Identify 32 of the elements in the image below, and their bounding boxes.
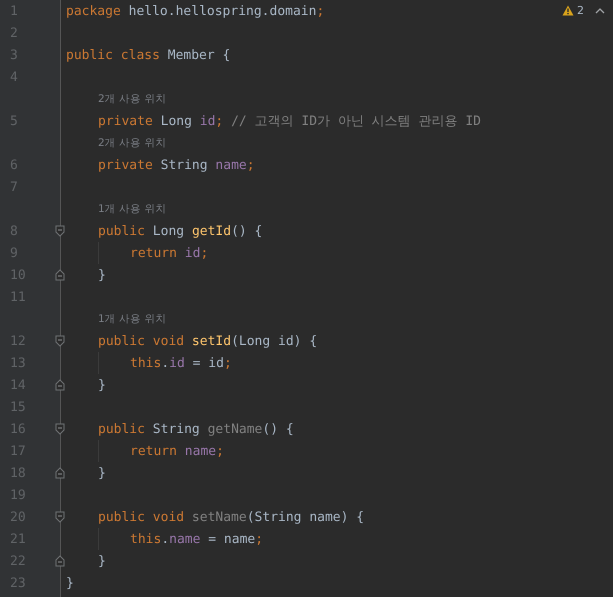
warning-icon[interactable] — [562, 5, 574, 16]
code-line: return id; — [130, 246, 208, 260]
code-line: this.name = name; — [130, 532, 264, 546]
code-line: public void setId(Long id) { — [98, 334, 318, 348]
usage-hint[interactable]: 1개 사용 위치 — [98, 312, 166, 326]
fold-marker-icon[interactable] — [55, 511, 65, 523]
fold-marker-icon[interactable] — [55, 269, 65, 281]
fold-marker-icon[interactable] — [55, 423, 65, 435]
warning-count[interactable]: 2 — [577, 4, 584, 17]
fold-marker-icon[interactable] — [55, 467, 65, 479]
code-line: public String getName() { — [98, 422, 294, 436]
code-line: public class Member { — [66, 48, 230, 62]
fold-marker-icon[interactable] — [55, 335, 65, 347]
code-line: return name; — [130, 444, 224, 458]
usage-hint[interactable]: 1개 사용 위치 — [98, 202, 166, 216]
code-line: } — [66, 576, 74, 590]
code-line: package hello.hellospring.domain; — [66, 4, 324, 18]
code-line: private String name; — [98, 158, 255, 172]
usage-hint[interactable]: 2개 사용 위치 — [98, 92, 166, 106]
code-line: public Long getId() { — [98, 224, 262, 238]
code-line: } — [98, 554, 106, 568]
fold-marker-icon[interactable] — [55, 379, 65, 391]
code-line: } — [98, 466, 106, 480]
fold-marker-icon[interactable] — [55, 555, 65, 567]
fold-marker-icon[interactable] — [55, 225, 65, 237]
code-line: this.id = id; — [130, 356, 232, 370]
code-line: public void setName(String name) { — [98, 510, 364, 524]
code-line: } — [98, 268, 106, 282]
usage-hint[interactable]: 2개 사용 위치 — [98, 136, 166, 150]
code-line: } — [98, 378, 106, 392]
caret-up-icon[interactable] — [595, 8, 605, 14]
code-line: private Long id; // 고객의 ID가 아닌 시스템 관리용 ID — [98, 113, 481, 130]
